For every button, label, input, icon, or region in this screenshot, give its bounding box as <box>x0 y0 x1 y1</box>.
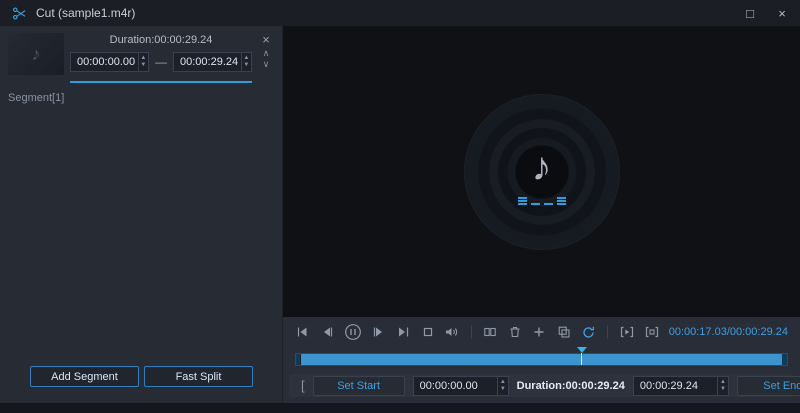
separator <box>606 325 608 339</box>
trim-end-handle[interactable] <box>782 353 787 365</box>
total-time: 00:00:29.24 <box>729 326 789 338</box>
stop-icon[interactable] <box>420 323 435 341</box>
music-note-icon: ♪ <box>31 43 41 64</box>
move-up-icon[interactable]: ∧ <box>263 49 270 58</box>
pause-icon[interactable] <box>344 323 362 341</box>
video-preview: ♪ <box>283 26 800 317</box>
bottom-strip <box>0 403 800 413</box>
spinner-down-icon[interactable]: ▼ <box>718 386 728 393</box>
spinner-up-icon[interactable]: ▲ <box>498 379 508 386</box>
seek-bar[interactable] <box>295 346 788 366</box>
volume-icon[interactable] <box>444 323 459 341</box>
spinner-up-icon[interactable]: ▲ <box>718 379 728 386</box>
segment-time-row: ▲ ▼ — ▲ ▼ <box>70 52 252 72</box>
stop-segment-icon[interactable] <box>644 323 660 341</box>
segment-start-input[interactable]: ▲ ▼ <box>70 52 149 72</box>
trim-start-field[interactable] <box>413 379 497 392</box>
trim-start-spinner[interactable]: ▲ ▼ <box>496 376 508 395</box>
segment-thumbnail[interactable]: ♪ <box>8 33 64 75</box>
segment-duration-label: Duration:00:00:29.24 <box>109 34 213 46</box>
segment-start-spinner[interactable]: ▲ ▼ <box>137 53 148 71</box>
scissors-icon <box>10 4 28 22</box>
segment-start-field[interactable] <box>71 56 138 68</box>
maximize-button[interactable]: □ <box>742 6 758 21</box>
add-segment-button[interactable]: Add Segment <box>30 366 139 387</box>
close-button[interactable]: × <box>774 6 790 21</box>
reset-icon[interactable] <box>580 323 595 341</box>
play-segment-icon[interactable] <box>619 323 635 341</box>
spinner-up-icon[interactable]: ▲ <box>139 55 148 62</box>
segment-times: Duration:00:00:29.24 ▲ ▼ — <box>64 33 258 83</box>
current-time: 00:00:17.03 <box>668 326 727 338</box>
segment-buttons: Add Segment Fast Split <box>0 366 282 403</box>
separator <box>470 325 472 339</box>
segment-panel: ♪ Duration:00:00:29.24 ▲ ▼ — <box>0 26 283 403</box>
move-down-icon[interactable]: ∨ <box>263 60 270 69</box>
equalizer-icon <box>517 193 566 205</box>
spinner-up-icon[interactable]: ▲ <box>242 55 251 62</box>
trim-end-spinner[interactable]: ▲ ▼ <box>717 376 728 395</box>
segment-label: Segment[1] <box>8 92 65 104</box>
range-dash: — <box>155 55 167 69</box>
music-note-icon: ♪ <box>531 144 552 189</box>
copy-icon[interactable] <box>556 323 571 341</box>
segment-list-empty-area <box>0 113 282 366</box>
cut-window: Cut (sample1.m4r) □ × ♪ Duration:00:00:2… <box>0 0 800 413</box>
window-controls: □ × <box>742 6 790 21</box>
playhead-marker-icon <box>576 346 587 353</box>
timeline-row <box>283 346 800 371</box>
frame-back-icon[interactable] <box>319 323 334 341</box>
trim-end-field[interactable] <box>633 379 718 392</box>
set-end-button[interactable]: Set End <box>736 375 800 396</box>
add-icon[interactable] <box>531 323 546 341</box>
titlebar: Cut (sample1.m4r) □ × <box>0 0 800 26</box>
segment-end-field[interactable] <box>174 56 241 68</box>
skip-start-icon[interactable] <box>295 323 310 341</box>
trim-bar: [ Set Start ▲ ▼ Duration:00:00:29.24 ▲ <box>283 371 800 403</box>
segment-actions: × ∧ ∨ <box>258 33 274 83</box>
spinner-down-icon[interactable]: ▼ <box>139 62 148 69</box>
set-start-button[interactable]: Set Start <box>312 375 405 396</box>
segment-end-spinner[interactable]: ▲ ▼ <box>240 53 251 71</box>
spinner-down-icon[interactable]: ▼ <box>498 386 508 393</box>
main-area: ♪ Duration:00:00:29.24 ▲ ▼ — <box>0 26 800 403</box>
control-bar: 00:00:17.03/00:00:29.24 <box>283 317 800 347</box>
left-bracket: [ <box>301 378 305 393</box>
trim-duration-label: Duration:00:00:29.24 <box>516 379 625 392</box>
segment-card: ♪ Duration:00:00:29.24 ▲ ▼ — <box>0 26 282 83</box>
skip-end-icon[interactable] <box>395 323 410 341</box>
remove-segment-icon[interactable]: × <box>262 33 270 46</box>
player-panel: ♪ 00:00:17.03/00:00:29.24 [Set Start 00… <box>283 26 800 403</box>
time-display: 00:00:17.03/00:00:29.24 <box>669 326 788 338</box>
trim-start-input[interactable]: ▲ ▼ <box>412 375 509 396</box>
split-icon[interactable] <box>483 323 498 341</box>
trim-start-handle[interactable] <box>296 353 301 365</box>
window-title: Cut (sample1.m4r) <box>36 6 136 20</box>
spinner-down-icon[interactable]: ▼ <box>242 62 251 69</box>
playhead-line <box>580 352 582 365</box>
trim-end-input[interactable]: ▲ ▼ <box>632 375 729 396</box>
delete-icon[interactable] <box>507 323 522 341</box>
trim-panel: [ Set Start ▲ ▼ Duration:00:00:29.24 ▲ <box>289 374 800 397</box>
fast-split-button[interactable]: Fast Split <box>144 366 253 387</box>
frame-forward-icon[interactable] <box>371 323 386 341</box>
segment-end-input[interactable]: ▲ ▼ <box>173 52 252 72</box>
audio-disc-graphic: ♪ <box>463 93 620 250</box>
